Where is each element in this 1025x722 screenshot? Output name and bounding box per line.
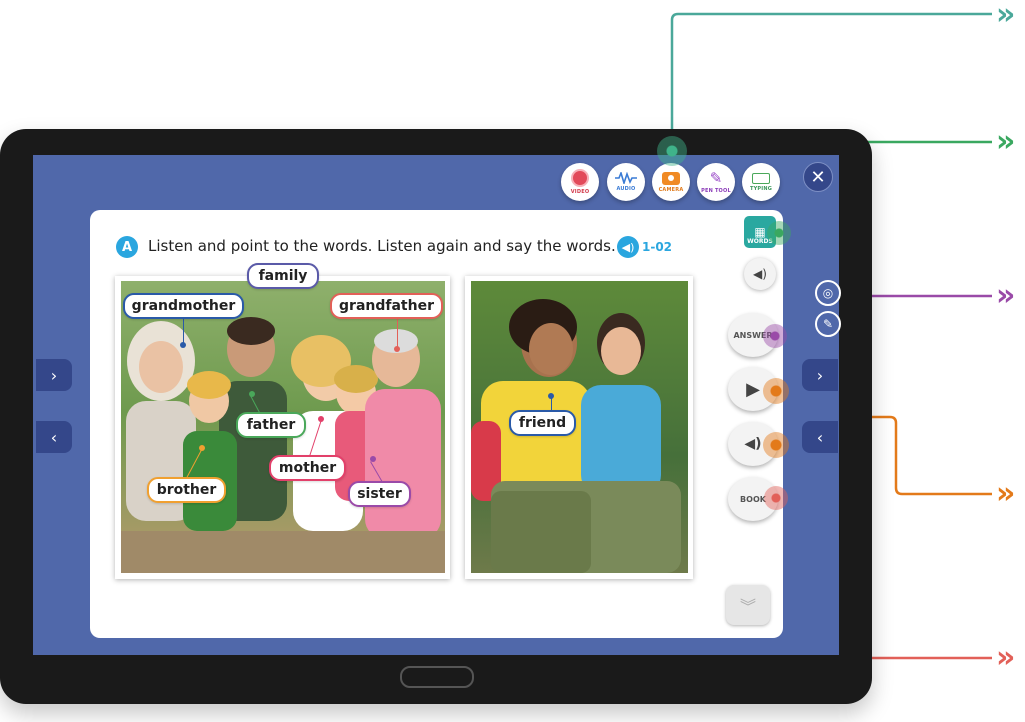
chevron-right-icon: › bbox=[50, 365, 58, 385]
camera-label: CAMERA bbox=[658, 186, 684, 193]
left-next-page-button[interactable]: › bbox=[36, 359, 72, 391]
video-label: VIDEO bbox=[570, 189, 590, 195]
callout-marker-play bbox=[763, 378, 789, 404]
pen-tool-label: PEN TOOL bbox=[701, 187, 731, 194]
callout-arrow-play: » bbox=[996, 476, 1016, 511]
words-icon: ▦ bbox=[754, 225, 766, 239]
grandfather-pin bbox=[397, 319, 398, 349]
pen-tool-button[interactable]: ✎ PEN TOOL bbox=[697, 163, 735, 201]
chevron-right-icon: › bbox=[816, 365, 824, 385]
callout-arrow-video: » bbox=[996, 0, 1016, 32]
callout-marker-answer bbox=[763, 324, 787, 348]
callout-arrow-words: » bbox=[996, 124, 1016, 159]
pencil-icon[interactable]: ✎ bbox=[815, 311, 841, 337]
label-friend[interactable]: friend bbox=[509, 410, 576, 436]
mother-dot bbox=[318, 416, 324, 422]
father-dot bbox=[249, 391, 255, 397]
callout-marker-volume bbox=[763, 432, 789, 458]
callout-arrow-answer: » bbox=[996, 278, 1016, 313]
volume-icon: ◀) bbox=[744, 436, 762, 452]
audio-speaker-icon[interactable]: ◀) bbox=[617, 236, 639, 258]
book-label: BOOK bbox=[740, 494, 766, 504]
double-chevron-down-icon: ︾ bbox=[739, 597, 756, 616]
activity-instruction: Listen and point to the words. Listen ag… bbox=[148, 237, 616, 255]
scroll-down-button[interactable]: ︾ bbox=[726, 585, 770, 625]
label-grandfather[interactable]: grandfather bbox=[330, 293, 443, 319]
video-button[interactable]: VIDEO bbox=[561, 163, 599, 201]
sister-dot bbox=[370, 456, 376, 462]
friends-photo bbox=[471, 281, 688, 573]
label-brother[interactable]: brother bbox=[147, 477, 226, 503]
label-father[interactable]: father bbox=[236, 412, 306, 438]
left-prev-page-button[interactable]: ‹ bbox=[36, 421, 72, 453]
grandfather-dot bbox=[394, 346, 400, 352]
chevron-left-icon: ‹ bbox=[816, 427, 824, 447]
typing-button[interactable]: TYPING bbox=[742, 163, 780, 201]
right-next-page-button[interactable]: › bbox=[802, 359, 838, 391]
camera-icon bbox=[662, 171, 680, 185]
label-sister[interactable]: sister bbox=[348, 481, 411, 507]
label-family[interactable]: family bbox=[247, 263, 319, 289]
record-icon bbox=[571, 169, 589, 187]
track-number: 1-02 bbox=[642, 240, 673, 254]
pen-icon: ✎ bbox=[709, 168, 723, 187]
close-button[interactable]: ✕ bbox=[803, 162, 833, 192]
right-prev-page-button[interactable]: ‹ bbox=[802, 421, 838, 453]
callout-arrow-book: » bbox=[996, 640, 1016, 675]
audio-label: AUDIO bbox=[616, 186, 636, 192]
speaker-button[interactable]: ◀) bbox=[744, 258, 776, 290]
keyboard-icon bbox=[752, 172, 770, 184]
typing-label: TYPING bbox=[749, 185, 773, 192]
chevron-left-icon: ‹ bbox=[50, 427, 58, 447]
label-mother[interactable]: mother bbox=[269, 455, 346, 481]
speaker-icon: ◀) bbox=[753, 267, 767, 281]
friend-dot bbox=[548, 393, 554, 399]
callout-marker-video bbox=[657, 136, 687, 166]
audio-button[interactable]: AUDIO bbox=[607, 163, 645, 201]
callout-marker-book bbox=[764, 486, 788, 510]
waveform-icon bbox=[615, 172, 637, 184]
home-button[interactable] bbox=[400, 666, 474, 688]
target-icon[interactable]: ◎ bbox=[815, 280, 841, 306]
brother-dot bbox=[199, 445, 205, 451]
play-icon: ▶ bbox=[746, 378, 760, 400]
activity-badge: A bbox=[116, 236, 138, 258]
callout-marker-words bbox=[767, 221, 791, 245]
label-grandmother[interactable]: grandmother bbox=[123, 293, 244, 319]
camera-button[interactable]: CAMERA bbox=[652, 163, 690, 201]
grandmother-dot bbox=[180, 342, 186, 348]
